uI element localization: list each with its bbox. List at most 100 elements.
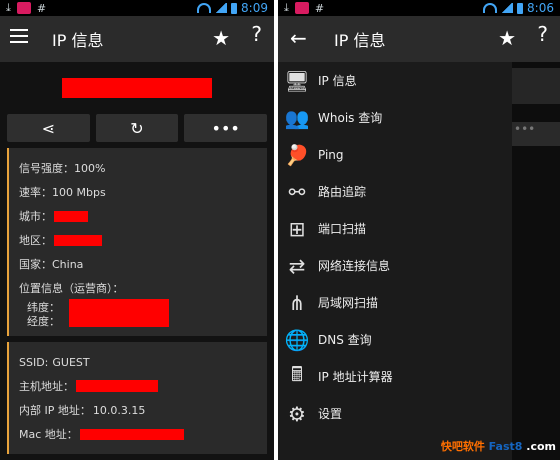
- dimmed-content: •••: [512, 62, 560, 460]
- monitor-icon: 🖥: [284, 68, 310, 93]
- watermark-part1: 快吧软件: [440, 440, 485, 453]
- drawer-item-ping[interactable]: 🏓 Ping: [278, 136, 512, 173]
- external-ip-banner: [0, 62, 274, 114]
- location-label: 位置信息（运营商）：: [19, 282, 124, 295]
- rate-label: 速率：: [19, 186, 52, 199]
- drawer-item-label: Ping: [318, 147, 344, 162]
- drawer-item-label: 端口扫描: [318, 222, 367, 236]
- app-bar: ← IP 信息 ★ ?: [278, 16, 560, 62]
- status-time: 8:09: [241, 1, 268, 15]
- route-icon: ⚯: [288, 179, 306, 204]
- more-icon: •••: [512, 122, 560, 146]
- internal-ip-value: 10.0.3.15: [92, 403, 146, 417]
- hash-icon: #: [36, 1, 47, 15]
- wifi-icon: [483, 3, 498, 13]
- status-time: 8:06: [527, 1, 554, 15]
- watermark-part3: .com: [526, 440, 556, 453]
- app-notification-icon: [294, 2, 309, 14]
- signal-value: 100%: [74, 161, 106, 175]
- drawer-item-settings[interactable]: ⚙ 设置: [278, 395, 512, 432]
- status-bar: ⤓ # 8:06: [278, 0, 560, 16]
- back-arrow-icon[interactable]: ←: [290, 26, 307, 50]
- more-button[interactable]: •••: [184, 114, 268, 142]
- more-icon: •••: [211, 118, 240, 138]
- rate-value: 100 Mbps: [52, 185, 106, 199]
- watermark-part2: Fast8: [488, 440, 523, 453]
- action-buttons: ⋖ ↻ •••: [0, 114, 274, 142]
- navigation-drawer: 🖥 IP 信息 👥 Whois 查询 🏓 Ping ⚯ 路由追踪 ⊞ 端口扫描 …: [278, 62, 512, 460]
- download-icon: ⤓: [284, 1, 289, 14]
- drawer-item-ip-calculator[interactable]: 🖩 IP 地址计算器: [278, 358, 512, 395]
- gear-icon: ⚙: [288, 401, 306, 426]
- mac-label: Mac 地址：: [19, 428, 78, 441]
- internal-ip-label: 内部 IP 地址：: [19, 404, 91, 417]
- wifi-icon: [197, 3, 212, 13]
- drawer-item-traceroute[interactable]: ⚯ 路由追踪: [278, 173, 512, 210]
- refresh-icon: ↻: [130, 118, 144, 138]
- share-icon: ⋖: [41, 118, 56, 138]
- lan-icon: ⋔: [288, 290, 306, 315]
- drawer-item-label: 网络连接信息: [318, 259, 391, 273]
- ssid-label: SSID:: [19, 355, 49, 369]
- star-icon[interactable]: ★: [212, 26, 230, 50]
- signal-icon: [215, 3, 228, 13]
- drawer-item-label: 局域网扫描: [318, 296, 379, 310]
- city-label: 城市：: [19, 210, 52, 223]
- drawer-item-label: DNS 查询: [318, 333, 372, 347]
- drawer-item-whois[interactable]: 👥 Whois 查询: [278, 99, 512, 136]
- longitude-label: 经度：: [27, 315, 60, 328]
- share-button[interactable]: ⋖: [7, 114, 90, 142]
- battery-icon: [231, 2, 238, 14]
- star-icon[interactable]: ★: [498, 26, 516, 50]
- refresh-button[interactable]: ↻: [95, 114, 179, 142]
- redacted-host: [76, 380, 158, 392]
- hash-icon: #: [314, 1, 325, 15]
- redacted-coordinates: [69, 299, 169, 327]
- country-label: 国家：: [19, 258, 52, 271]
- drawer-item-label: IP 信息: [318, 74, 357, 88]
- network-icon: ⊞: [288, 216, 306, 241]
- drawer-item-label: Whois 查询: [318, 111, 383, 125]
- drawer-item-label: 设置: [318, 407, 343, 421]
- drawer-item-port-scan[interactable]: ⊞ 端口扫描: [278, 210, 512, 247]
- page-title: IP 信息: [334, 31, 386, 50]
- drawer-item-lan-scan[interactable]: ⋔ 局域网扫描: [278, 284, 512, 321]
- drawer-item-ip-info[interactable]: 🖥 IP 信息: [278, 62, 512, 99]
- people-icon: 👥: [284, 105, 310, 130]
- download-icon: ⤓: [6, 1, 11, 14]
- drawer-item-dns[interactable]: 🌐 DNS 查询: [278, 321, 512, 358]
- connection-info-card: 信号强度： 100% 速率： 100 Mbps 城市： 地区： 国家： China 位…: [7, 148, 267, 336]
- drawer-item-connections[interactable]: ⇄ 网络连接信息: [278, 247, 512, 284]
- redacted-city: [54, 210, 88, 222]
- right-phone-screen: ⤓ # 8:06 ← IP 信息 ★ ? ••• 🖥 IP 信息 👥 Whois…: [278, 0, 560, 460]
- page-title: IP 信息: [52, 31, 104, 50]
- help-icon[interactable]: ?: [251, 22, 262, 46]
- redacted-mac: [79, 428, 184, 440]
- calculator-icon: 🖩: [291, 361, 303, 386]
- geo-coordinates: 纬度： 经度：: [19, 299, 257, 328]
- hamburger-menu-icon[interactable]: [10, 29, 28, 47]
- connection-icon: ⇄: [288, 253, 306, 278]
- region-label: 地区：: [19, 234, 52, 247]
- drawer-item-label: 路由追踪: [318, 185, 367, 199]
- redacted-ip: [62, 78, 212, 98]
- latitude-label: 纬度：: [27, 301, 60, 314]
- ssid-value: GUEST: [52, 355, 90, 369]
- redacted-region: [54, 234, 102, 246]
- battery-icon: [517, 2, 524, 14]
- network-info-card: SSID: GUEST 主机地址： 内部 IP 地址： 10.0.3.15 Mac …: [7, 342, 267, 454]
- help-icon[interactable]: ?: [537, 22, 548, 46]
- signal-label: 信号强度：: [19, 162, 74, 175]
- host-label: 主机地址：: [19, 380, 74, 393]
- globe-icon: 🌐: [284, 327, 310, 352]
- screenshot-stage: ⤓ # 8:09 IP 信息 ★ ? ⋖ ↻ ••• 信号强度： 100% 速率…: [0, 0, 560, 460]
- watermark: 快吧软件 Fast8 .com: [441, 438, 556, 454]
- left-phone-screen: ⤓ # 8:09 IP 信息 ★ ? ⋖ ↻ ••• 信号强度： 100% 速率…: [0, 0, 274, 460]
- status-bar: ⤓ # 8:09: [0, 0, 274, 16]
- country-value: China: [52, 257, 84, 271]
- app-notification-icon: [16, 2, 31, 14]
- signal-icon: [501, 3, 514, 13]
- app-bar: IP 信息 ★ ?: [0, 16, 274, 62]
- pingpong-icon: 🏓: [284, 142, 310, 167]
- drawer-item-label: IP 地址计算器: [318, 370, 393, 384]
